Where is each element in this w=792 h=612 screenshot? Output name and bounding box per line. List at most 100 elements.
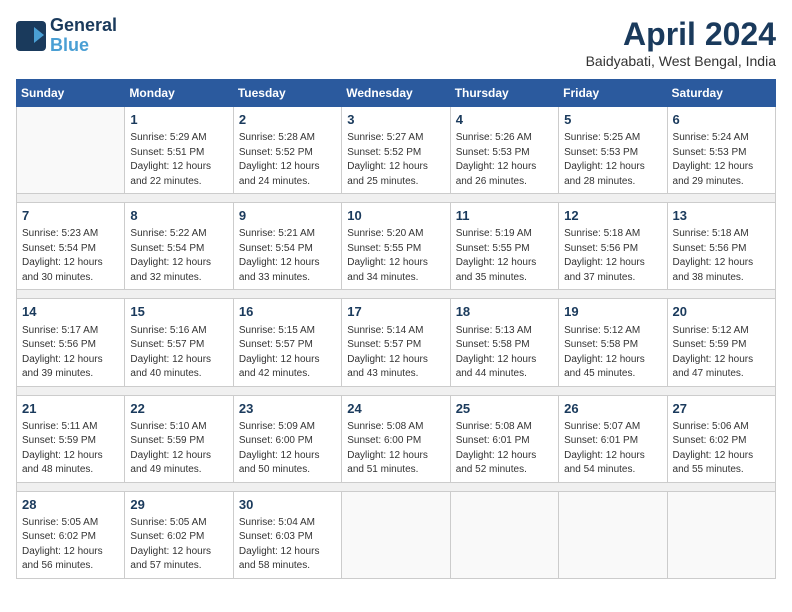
weekday-header-sunday: Sunday [17,80,125,107]
day-info: Sunrise: 5:12 AM Sunset: 5:59 PM Dayligh… [673,324,770,382]
day-number: 22 [130,400,227,418]
day-info: Sunrise: 5:18 AM Sunset: 5:56 PM Dayligh… [673,227,770,285]
calendar-cell: 1Sunrise: 5:29 AM Sunset: 5:51 PM Daylig… [125,107,233,194]
calendar-cell: 21 Sunrise: 5:11 AM Sunset: 5:59 PM Dayli… [17,395,125,482]
day-info: Sunrise: 5:22 AM Sunset: 5:54 PM Dayligh… [130,227,227,285]
calendar-cell: 22Sunrise: 5:10 AM Sunset: 5:59 PM Dayli… [125,395,233,482]
day-number: 11 [456,207,553,225]
day-info: Sunrise: 5:11 AM Sunset: 5:59 PM Dayligh… [22,420,119,478]
day-number: 2 [239,111,336,129]
calendar-cell: 26 Sunrise: 5:07 AM Sunset: 6:01 PM Dayli… [559,395,667,482]
calendar-cell [667,491,775,578]
calendar-cell [342,491,450,578]
weekday-header-row: SundayMondayTuesdayWednesdayThursdayFrid… [17,80,776,107]
day-info: Sunrise: 5:06 AM Sunset: 6:02 PM Dayligh… [673,420,770,478]
calendar-week-row: 7 Sunrise: 5:23 AM Sunset: 5:54 PM Daylig… [17,203,776,290]
day-number: 29 [130,496,227,514]
page-header: General Blue April 2024 Baidyabati, West… [16,16,776,69]
day-info: Sunrise: 5:20 AM Sunset: 5:55 PM Dayligh… [347,227,444,285]
day-number: 17 [347,303,444,321]
month-title: April 2024 [586,16,776,53]
day-info: Sunrise: 5:08 AM Sunset: 6:00 PM Dayligh… [347,420,444,478]
calendar-cell [559,491,667,578]
calendar-cell: 14 Sunrise: 5:17 AM Sunset: 5:56 PM Dayli… [17,299,125,386]
day-info: Sunrise: 5:07 AM Sunset: 6:01 PM Dayligh… [564,420,661,478]
calendar-cell: 12Sunrise: 5:18 AM Sunset: 5:56 PM Dayli… [559,203,667,290]
day-number: 14 [22,303,119,321]
day-info: Sunrise: 5:05 AM Sunset: 6:02 PM Dayligh… [130,516,227,574]
day-info: Sunrise: 5:08 AM Sunset: 6:01 PM Dayligh… [456,420,553,478]
day-info: Sunrise: 5:05 AM Sunset: 6:02 PM Dayligh… [22,516,119,574]
day-number: 16 [239,303,336,321]
day-info: Sunrise: 5:28 AM Sunset: 5:52 PM Dayligh… [239,131,336,189]
day-number: 24 [347,400,444,418]
day-number: 27 [673,400,770,418]
location-subtitle: Baidyabati, West Bengal, India [586,53,776,69]
day-info: Sunrise: 5:15 AM Sunset: 5:57 PM Dayligh… [239,324,336,382]
day-number: 28 [22,496,119,514]
calendar-cell: 20Sunrise: 5:12 AM Sunset: 5:59 PM Dayli… [667,299,775,386]
calendar-cell [17,107,125,194]
logo: General Blue [16,16,117,56]
calendar-cell: 13 Sunrise: 5:18 AM Sunset: 5:56 PM Dayli… [667,203,775,290]
day-info: Sunrise: 5:23 AM Sunset: 5:54 PM Dayligh… [22,227,119,285]
day-number: 3 [347,111,444,129]
logo-text: General Blue [50,16,117,56]
calendar-cell: 15 Sunrise: 5:16 AM Sunset: 5:57 PM Dayli… [125,299,233,386]
calendar-table: SundayMondayTuesdayWednesdayThursdayFrid… [16,79,776,579]
calendar-cell: 16 Sunrise: 5:15 AM Sunset: 5:57 PM Dayli… [233,299,341,386]
calendar-cell: 4Sunrise: 5:26 AM Sunset: 5:53 PM Daylig… [450,107,558,194]
calendar-cell: 25Sunrise: 5:08 AM Sunset: 6:01 PM Dayli… [450,395,558,482]
weekday-header-tuesday: Tuesday [233,80,341,107]
day-info: Sunrise: 5:12 AM Sunset: 5:58 PM Dayligh… [564,324,661,382]
day-number: 5 [564,111,661,129]
calendar-cell: 28 Sunrise: 5:05 AM Sunset: 6:02 PM Dayli… [17,491,125,578]
calendar-cell: 29 Sunrise: 5:05 AM Sunset: 6:02 PM Dayli… [125,491,233,578]
day-info: Sunrise: 5:19 AM Sunset: 5:55 PM Dayligh… [456,227,553,285]
calendar-week-row: 21 Sunrise: 5:11 AM Sunset: 5:59 PM Dayli… [17,395,776,482]
day-info: Sunrise: 5:13 AM Sunset: 5:58 PM Dayligh… [456,324,553,382]
day-number: 7 [22,207,119,225]
calendar-cell: 9Sunrise: 5:21 AM Sunset: 5:54 PM Daylig… [233,203,341,290]
day-number: 6 [673,111,770,129]
calendar-cell: 19 Sunrise: 5:12 AM Sunset: 5:58 PM Dayli… [559,299,667,386]
day-number: 19 [564,303,661,321]
week-separator [17,482,776,491]
calendar-cell: 5Sunrise: 5:25 AM Sunset: 5:53 PM Daylig… [559,107,667,194]
calendar-cell: 2 Sunrise: 5:28 AM Sunset: 5:52 PM Daylig… [233,107,341,194]
day-info: Sunrise: 5:16 AM Sunset: 5:57 PM Dayligh… [130,324,227,382]
calendar-cell: 11 Sunrise: 5:19 AM Sunset: 5:55 PM Dayli… [450,203,558,290]
day-number: 21 [22,400,119,418]
day-info: Sunrise: 5:29 AM Sunset: 5:51 PM Dayligh… [130,131,227,189]
weekday-header-monday: Monday [125,80,233,107]
day-info: Sunrise: 5:18 AM Sunset: 5:56 PM Dayligh… [564,227,661,285]
calendar-week-row: 1Sunrise: 5:29 AM Sunset: 5:51 PM Daylig… [17,107,776,194]
day-number: 18 [456,303,553,321]
week-separator [17,290,776,299]
calendar-cell: 27 Sunrise: 5:06 AM Sunset: 6:02 PM Dayli… [667,395,775,482]
day-number: 8 [130,207,227,225]
day-number: 13 [673,207,770,225]
day-number: 15 [130,303,227,321]
weekday-header-saturday: Saturday [667,80,775,107]
calendar-cell: 18 Sunrise: 5:13 AM Sunset: 5:58 PM Dayli… [450,299,558,386]
weekday-header-wednesday: Wednesday [342,80,450,107]
calendar-cell: 10 Sunrise: 5:20 AM Sunset: 5:55 PM Dayli… [342,203,450,290]
day-info: Sunrise: 5:17 AM Sunset: 5:56 PM Dayligh… [22,324,119,382]
day-number: 4 [456,111,553,129]
calendar-week-row: 28 Sunrise: 5:05 AM Sunset: 6:02 PM Dayli… [17,491,776,578]
calendar-cell: 17Sunrise: 5:14 AM Sunset: 5:57 PM Dayli… [342,299,450,386]
day-info: Sunrise: 5:24 AM Sunset: 5:53 PM Dayligh… [673,131,770,189]
calendar-week-row: 14 Sunrise: 5:17 AM Sunset: 5:56 PM Dayli… [17,299,776,386]
day-number: 30 [239,496,336,514]
week-separator [17,386,776,395]
calendar-cell: 23Sunrise: 5:09 AM Sunset: 6:00 PM Dayli… [233,395,341,482]
day-info: Sunrise: 5:21 AM Sunset: 5:54 PM Dayligh… [239,227,336,285]
day-info: Sunrise: 5:09 AM Sunset: 6:00 PM Dayligh… [239,420,336,478]
weekday-header-friday: Friday [559,80,667,107]
calendar-cell: 30 Sunrise: 5:04 AM Sunset: 6:03 PM Dayli… [233,491,341,578]
day-info: Sunrise: 5:04 AM Sunset: 6:03 PM Dayligh… [239,516,336,574]
weekday-header-thursday: Thursday [450,80,558,107]
day-number: 10 [347,207,444,225]
day-number: 26 [564,400,661,418]
